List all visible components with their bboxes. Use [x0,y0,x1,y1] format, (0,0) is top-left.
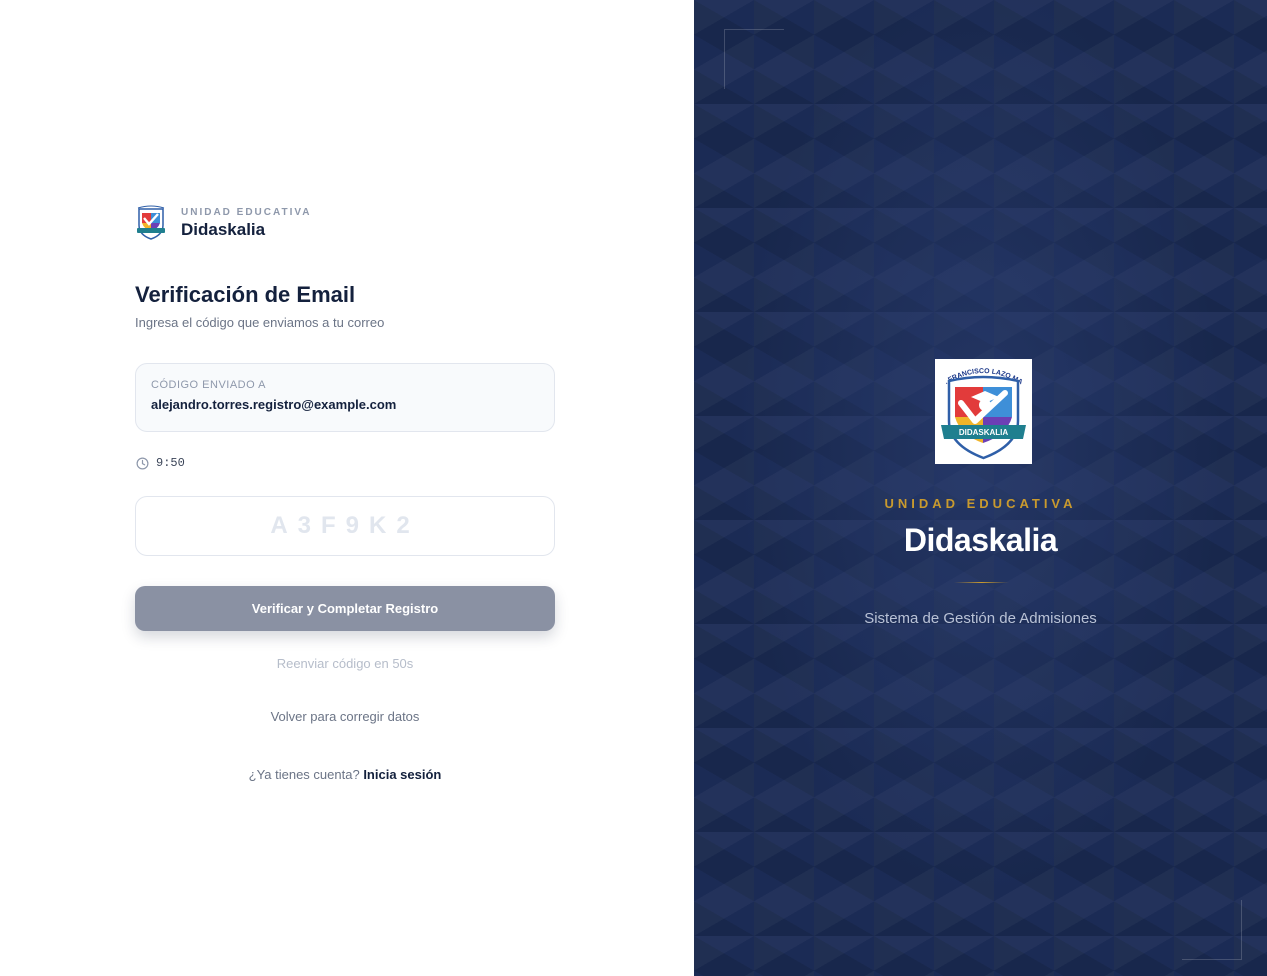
hero-tagline: Sistema de Gestión de Admisiones [864,610,1097,627]
login-prompt-row: ¿Ya tienes cuenta? Inicia sesión [135,767,555,782]
back-to-edit-link[interactable]: Volver para corregir datos [135,709,555,724]
verify-complete-button[interactable]: Verificar y Completar Registro [135,586,555,631]
hero-divider [954,582,1009,583]
brand-kicker: UNIDAD EDUCATIVA [181,206,312,218]
page-title: Verificación de Email [135,282,356,307]
school-shield-logo-icon [137,205,165,240]
school-shield-logo-icon: U.E. FRANCISCO LAZO MARTÍ DIDASKALIA [932,352,1026,460]
sent-to-label: CÓDIGO ENVIADO A [151,379,266,391]
logo-banner-text: DIDASKALIA [959,428,1009,437]
brand-hero-panel: U.E. FRANCISCO LAZO MARTÍ DIDASKALIA UNI… [694,0,1267,976]
hero-kicker: UNIDAD EDUCATIVA [884,496,1077,511]
hero-title: Didaskalia [903,522,1058,558]
countdown-timer: 9:50 [136,456,185,470]
brand-header: UNIDAD EDUCATIVA Didaskalia [135,205,312,241]
sent-to-email: alejandro.torres.registro@example.com [151,397,397,412]
corner-decoration-top-left [724,29,784,89]
brand-name: Didaskalia [181,219,266,239]
corner-decoration-bottom-right [1182,900,1242,960]
login-prompt-text: ¿Ya tienes cuenta? [248,767,360,782]
page-subtitle: Ingresa el código que enviamos a tu corr… [135,315,385,330]
login-link[interactable]: Inicia sesión [363,767,441,782]
verification-code-input[interactable] [135,496,555,556]
hero-school-logo: U.E. FRANCISCO LAZO MARTÍ DIDASKALIA [932,352,1032,464]
resend-code-countdown: Reenviar código en 50s [276,656,414,671]
clock-icon [136,457,149,469]
auth-form-panel: UNIDAD EDUCATIVA Didaskalia Verificación… [0,0,694,976]
sent-to-card: CÓDIGO ENVIADO A alejandro.torres.regist… [135,363,555,432]
timer-value: 9:50 [156,456,185,470]
